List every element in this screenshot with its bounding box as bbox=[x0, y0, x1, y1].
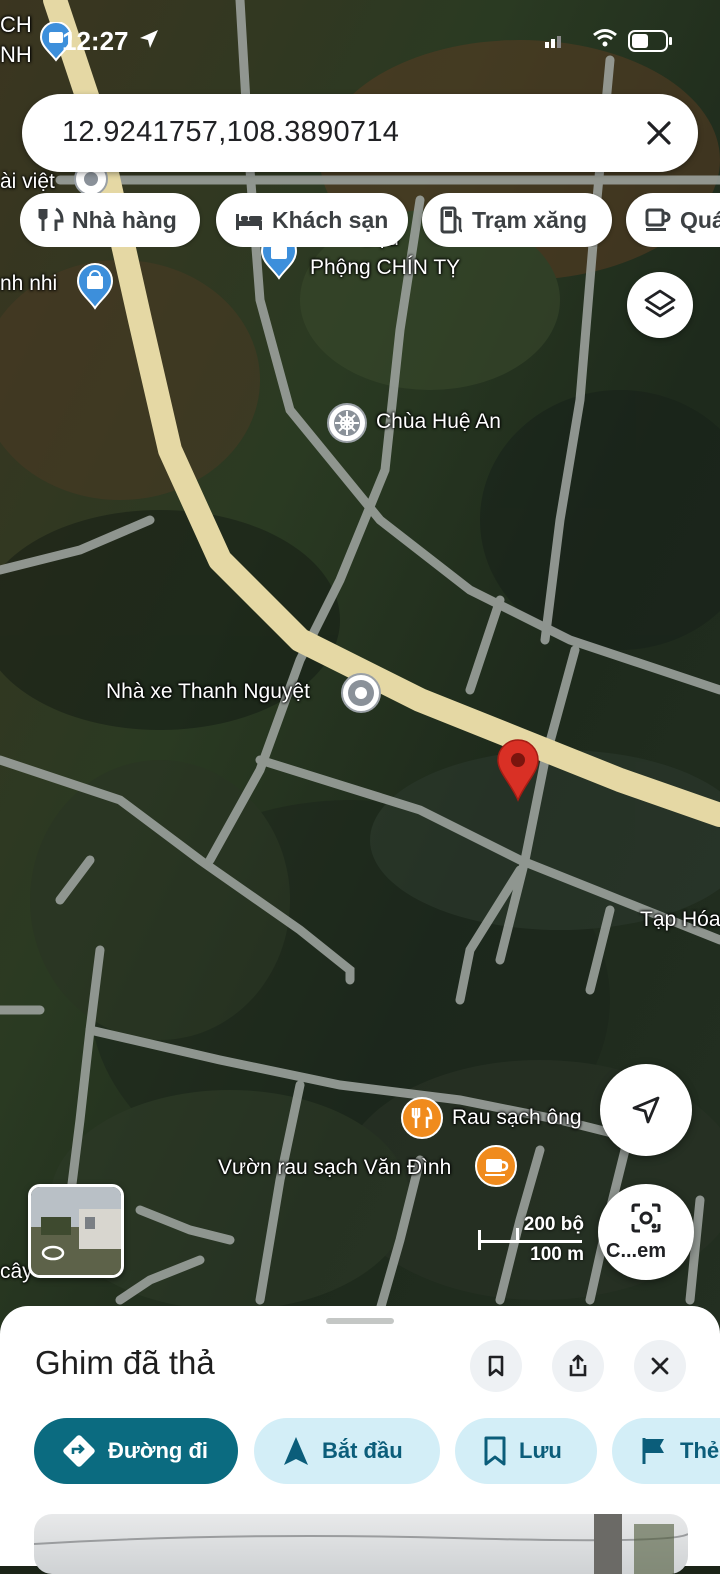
bus-station-icon[interactable] bbox=[340, 672, 382, 719]
bookmark-icon bbox=[488, 1355, 504, 1377]
wifi-icon bbox=[592, 28, 618, 53]
share-icon bbox=[569, 1354, 587, 1377]
chip-cafes[interactable]: Quá bbox=[626, 193, 720, 247]
clear-search-button[interactable] bbox=[644, 118, 674, 153]
lens-label: C...em bbox=[606, 1240, 667, 1262]
label-button[interactable]: Thẻ bbox=[612, 1418, 720, 1484]
bookmark-icon bbox=[484, 1436, 506, 1466]
category-chips: Nhà hàng Khách sạn Trạm xăng Quá bbox=[20, 193, 720, 247]
gas-pump-icon bbox=[440, 206, 463, 234]
map-label: Tạp Hóa bbox=[640, 908, 720, 931]
navigation-arrow-icon bbox=[632, 1096, 660, 1124]
action-label: Lưu bbox=[519, 1438, 562, 1463]
close-icon bbox=[651, 1357, 669, 1375]
status-time: 12:27 bbox=[62, 26, 129, 56]
lens-button[interactable]: C...em bbox=[598, 1184, 694, 1280]
map-label: Nhà xe Thanh Nguyệt bbox=[106, 680, 310, 703]
flag-icon bbox=[642, 1438, 664, 1464]
temple-icon[interactable] bbox=[326, 402, 368, 449]
save-button[interactable]: Lưu bbox=[455, 1418, 597, 1484]
chip-restaurants[interactable]: Nhà hàng bbox=[20, 193, 200, 247]
action-label: Thẻ bbox=[680, 1438, 720, 1463]
map-label: nh nhi bbox=[0, 272, 58, 295]
scale-imperial: 200 bộ bbox=[523, 1214, 584, 1235]
close-sheet-button[interactable] bbox=[634, 1340, 686, 1392]
fork-knife-icon bbox=[38, 207, 64, 231]
close-icon bbox=[647, 121, 671, 145]
chip-label: Nhà hàng bbox=[72, 206, 177, 233]
chip-hotels[interactable]: Khách sạn bbox=[216, 193, 408, 247]
battery-icon bbox=[628, 30, 674, 57]
street-view-thumbnail[interactable] bbox=[28, 1184, 124, 1278]
map-label: Chùa Huệ An bbox=[376, 410, 501, 433]
sheet-title: Ghim đã thả bbox=[35, 1344, 215, 1381]
chip-label: Trạm xăng bbox=[472, 206, 588, 233]
restaurant-icon[interactable] bbox=[400, 1096, 444, 1145]
map-label: ài việt bbox=[0, 170, 55, 193]
signal-icon bbox=[545, 34, 565, 53]
directions-button[interactable]: Đường đi bbox=[34, 1418, 238, 1484]
camera-lens-icon bbox=[631, 1203, 661, 1233]
bed-icon bbox=[236, 214, 262, 230]
chip-gas-stations[interactable]: Trạm xăng bbox=[422, 193, 612, 247]
save-bookmark-button[interactable] bbox=[470, 1340, 522, 1392]
place-bottom-sheet[interactable]: Ghim đã thả Đường đi Bắt đầu Lưu Thẻ bbox=[0, 1306, 720, 1574]
place-photo[interactable] bbox=[34, 1514, 688, 1574]
directions-icon bbox=[63, 1435, 95, 1467]
cafe-icon[interactable] bbox=[474, 1144, 518, 1193]
scale-metric: 100 m bbox=[530, 1244, 584, 1265]
coffee-cup-icon bbox=[645, 208, 671, 231]
start-button[interactable]: Bắt đầu bbox=[254, 1418, 440, 1484]
location-arrow-icon bbox=[138, 28, 160, 55]
action-label: Bắt đầu bbox=[322, 1438, 403, 1463]
search-bar[interactable]: 12.9241757,108.3890714 bbox=[22, 94, 698, 172]
chip-label: Khách sạn bbox=[272, 206, 389, 233]
map-scale: 200 bộ 100 m bbox=[478, 1214, 588, 1268]
layers-icon bbox=[644, 289, 676, 318]
map-label: Phộng CHÍN TỴ bbox=[310, 256, 461, 279]
chip-label: Quá bbox=[680, 206, 720, 233]
shopping-bag-icon[interactable] bbox=[74, 262, 116, 315]
action-buttons: Đường đi Bắt đầu Lưu Thẻ bbox=[0, 1418, 720, 1488]
share-button[interactable] bbox=[552, 1340, 604, 1392]
status-bar: 12:27 bbox=[0, 21, 720, 62]
my-location-button[interactable] bbox=[600, 1064, 692, 1156]
action-label: Đường đi bbox=[108, 1438, 208, 1463]
drag-handle[interactable] bbox=[326, 1318, 394, 1324]
navigation-arrow-icon bbox=[284, 1437, 308, 1465]
search-query[interactable]: 12.9241757,108.3890714 bbox=[62, 116, 399, 149]
map-label: Rau sạch ông bbox=[452, 1106, 582, 1129]
map-label: Vườn rau sạch Văn Đình bbox=[218, 1156, 452, 1179]
layers-button[interactable] bbox=[627, 272, 693, 338]
